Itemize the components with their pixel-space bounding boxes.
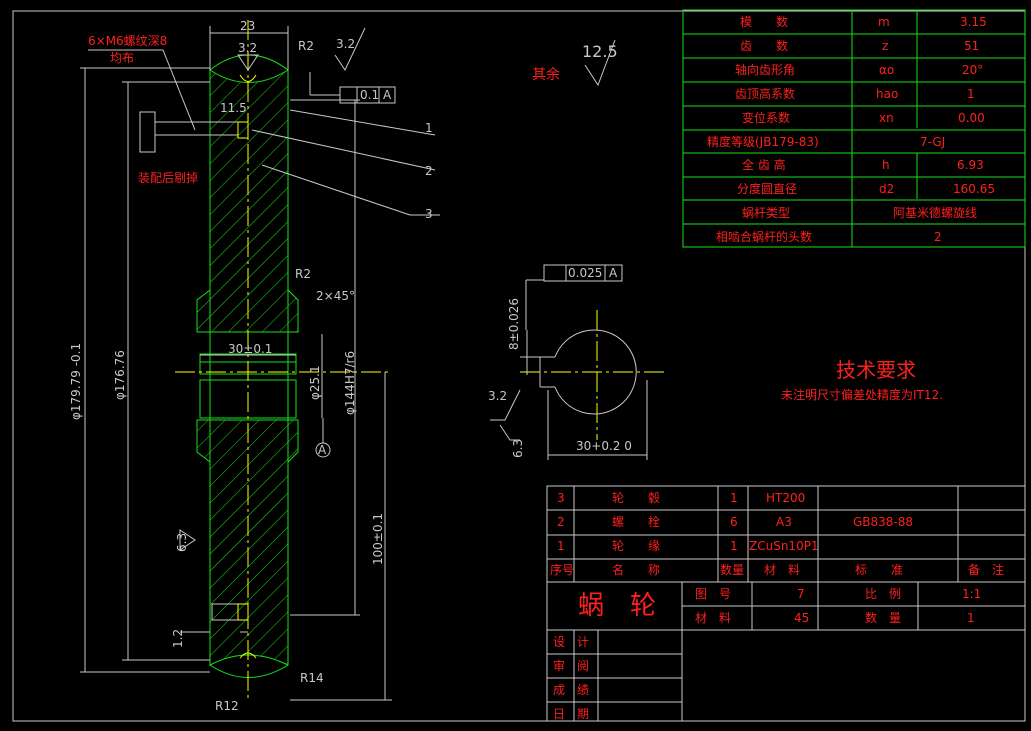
sign-row-label: 设 计 [553, 635, 590, 649]
param-value: 20° [962, 63, 984, 77]
bom-qty: 1 [730, 539, 738, 553]
keyway-view [490, 264, 648, 460]
dim-label: φ179.79 -0.1 [69, 342, 83, 420]
symmetry-tolerance-value: 0.025 [568, 266, 603, 280]
bom-header-qty: 数量 [720, 563, 745, 577]
scale-label: 比 例 [865, 587, 902, 601]
param-name: 变位系数 [742, 111, 791, 125]
bom-header-note: 备 注 [968, 563, 1005, 577]
bom-header-standard: 标 准 [855, 563, 904, 577]
dim-label: 30+0.2 0 [576, 439, 632, 453]
param-name: 分度圆直径 [737, 182, 798, 196]
bom-material: HT200 [766, 491, 806, 505]
param-name: 齿 数 [740, 39, 789, 53]
param-name: 齿顶高系数 [735, 87, 796, 101]
roughness-main-value: 12.5 [582, 42, 618, 61]
param-symbol: xn [879, 111, 894, 125]
roughness-label: 3.2 [488, 389, 508, 403]
roughness-label: 3.2 [336, 37, 356, 51]
drawing-no-label: 图 号 [695, 587, 732, 601]
bom-qty: 1 [730, 491, 738, 505]
tech-requirements-note: 未注明尺寸偏差处精度为IT12. [781, 388, 943, 402]
quantity-label: 数 量 [865, 611, 902, 625]
bom-header-material: 材 料 [764, 563, 801, 577]
param-name: 精度等级(JB179-83) [707, 135, 819, 149]
dim-label: 8±0.026 [507, 297, 521, 350]
dim-label: φ176.76 [113, 350, 127, 400]
gear-section [139, 54, 299, 678]
drawing-no: 7 [797, 587, 805, 601]
sign-row-label: 审 阅 [553, 659, 590, 673]
param-name: 模 数 [740, 15, 789, 29]
param-name: 全 齿 高 [742, 158, 786, 172]
bom-name: 轮 缘 [612, 539, 661, 553]
bom-no: 3 [557, 491, 565, 505]
bom-name: 螺 栓 [612, 515, 661, 529]
bolt-note-2: 均布 [110, 51, 135, 65]
quantity-value: 1 [967, 611, 975, 625]
scale-value: 1:1 [962, 587, 982, 601]
bom-name: 轮 毂 [612, 491, 661, 505]
param-symbol: hao [876, 87, 899, 101]
param-value: 7-GJ [920, 135, 946, 149]
param-symbol: d2 [879, 182, 895, 196]
param-name: 蜗杆类型 [742, 206, 791, 220]
leader-number: 2 [425, 164, 433, 178]
param-value: 0.00 [958, 111, 985, 125]
param-symbol: h [882, 158, 890, 172]
bom-standard: GB838-88 [853, 515, 914, 529]
param-symbol: z [882, 39, 889, 53]
radius-label: R2 [298, 39, 314, 53]
bom-header-no: 序号 [550, 563, 575, 577]
dim-label: φ144H7/r6 [343, 350, 357, 415]
radius-label: R12 [215, 699, 239, 713]
param-name: 轴向齿形角 [735, 63, 796, 77]
leader-number: 1 [425, 121, 433, 135]
param-value: 6.93 [957, 158, 984, 172]
radius-label: R2 [295, 267, 311, 281]
bolt-note: 6×M6螺纹深8 [88, 34, 168, 48]
datum-label: A [383, 88, 392, 102]
dim-label: 30±0.1 [228, 342, 273, 356]
dim-label: 100±0.1 [371, 512, 385, 565]
param-value: 51 [964, 39, 980, 53]
bom-qty: 6 [730, 515, 738, 529]
param-symbol: αo [879, 63, 895, 77]
roughness-label: 3.2 [238, 41, 258, 55]
material-label: 材 料 [695, 611, 732, 625]
param-value: 160.65 [953, 182, 995, 196]
bom-material: A3 [776, 515, 792, 529]
bom-header-name: 名 称 [612, 563, 661, 577]
roughness-other-label: 其余 [532, 67, 560, 83]
param-symbol: m [878, 15, 890, 29]
param-value: 阿基米德螺旋线 [893, 206, 978, 220]
bom-no: 1 [557, 539, 565, 553]
dim-label: 1.2 [171, 628, 185, 648]
runout-tolerance-value: 0.1 [360, 88, 380, 102]
datum-circle-label: A [318, 443, 327, 457]
param-name: 相啮合蜗杆的头数 [716, 230, 813, 244]
chamfer-label: 2×45° [316, 289, 355, 303]
drawing-title: 蜗 轮 [578, 591, 657, 621]
leader-number: 3 [425, 207, 433, 221]
material-value: 45 [794, 611, 810, 625]
param-value: 1 [967, 87, 975, 101]
param-value: 2 [934, 230, 942, 244]
tech-requirements-title: 技术要求 [836, 358, 916, 382]
bom-material: ZCuSn10P1 [749, 539, 819, 553]
dim-label: φ25.1 [308, 365, 322, 400]
param-value: 3.15 [960, 15, 987, 29]
cad-drawing-viewport[interactable]: 模 数 m 3.15 齿 数 z 51 轴向齿形角 αo 20° 齿顶高系数 h… [0, 0, 1031, 731]
sign-row-label: 日 期 [553, 707, 590, 721]
remove-note: 装配后剔掉 [138, 171, 199, 185]
datum-label: A [609, 266, 618, 280]
dim-label: 23 [240, 19, 256, 33]
roughness-label: 6.3 [175, 532, 189, 552]
roughness-label: 6.3 [511, 438, 525, 458]
radius-label: R14 [300, 671, 324, 685]
dim-label: 11.5 [220, 101, 247, 115]
bom-no: 2 [557, 515, 565, 529]
sign-row-label: 成 绩 [553, 683, 590, 697]
